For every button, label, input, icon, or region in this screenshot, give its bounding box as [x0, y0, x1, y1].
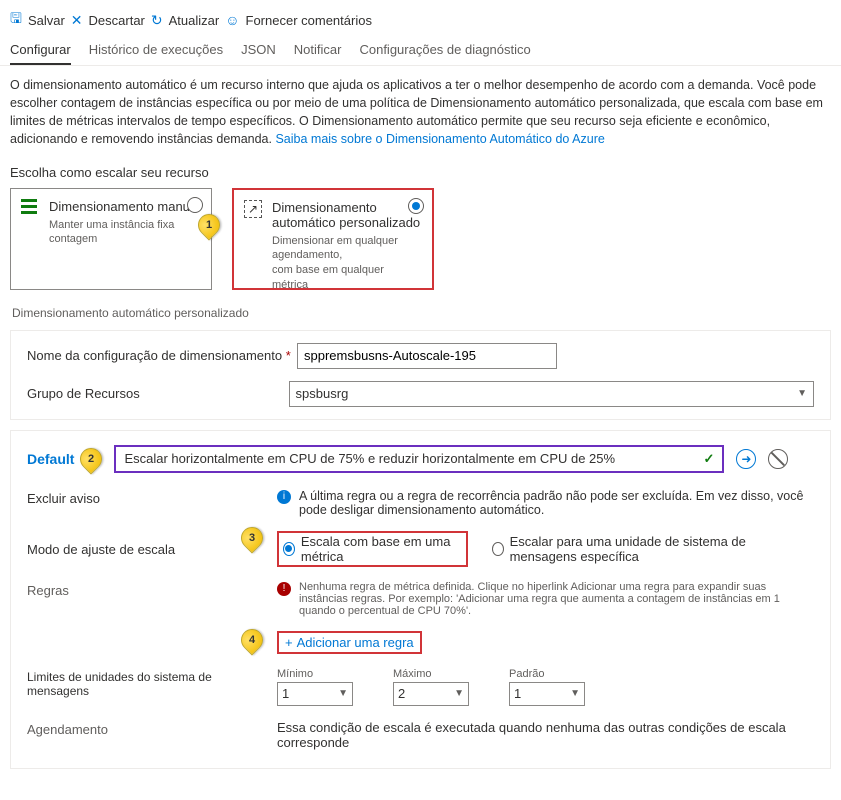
- auto-desc2: com base em qualquer métrica: [272, 263, 422, 293]
- delete-warning: i A última regra ou a regra de recorrênc…: [277, 489, 814, 517]
- discard-button[interactable]: ✕ Descartar: [71, 12, 145, 29]
- tab-diagnostics[interactable]: Configurações de diagnóstico: [359, 42, 530, 65]
- schedule-label: Agendamento: [27, 720, 277, 750]
- chevron-down-icon: ▼: [797, 388, 807, 399]
- tab-bar: Configurar Histórico de execuções JSON N…: [0, 38, 841, 66]
- min-label: Mínimo: [277, 668, 353, 680]
- resource-group-label: Grupo de Recursos: [27, 386, 289, 401]
- scale-mode-specific[interactable]: Escalar para uma unidade de sistema de m…: [492, 534, 814, 564]
- plus-icon: +: [285, 635, 293, 650]
- tab-json[interactable]: JSON: [241, 42, 276, 65]
- next-button[interactable]: ➜: [736, 449, 756, 469]
- scale-mode-label: Modo de ajuste de escala: [27, 540, 277, 557]
- autoscale-subheading: Dimensionamento automático personalizado: [0, 300, 841, 326]
- feedback-button[interactable]: ☺ Fornecer comentários: [225, 12, 372, 28]
- callout-2: 2: [76, 443, 107, 474]
- delete-warning-label: Excluir aviso: [27, 489, 277, 517]
- default-value: 1: [514, 686, 521, 701]
- choose-scale-label: Escolha como escalar seu recurso: [0, 155, 841, 188]
- resource-group-select[interactable]: spsbusrg ▼: [289, 381, 814, 407]
- auto-radio[interactable]: [408, 198, 424, 214]
- limits-label: Limites de unidades do sistema de mensag…: [27, 668, 277, 706]
- tab-configure[interactable]: Configurar: [10, 42, 71, 65]
- max-value: 2: [398, 686, 405, 701]
- scale-mode-specific-label: Escalar para uma unidade de sistema de m…: [510, 534, 814, 564]
- radio-on-icon: [283, 542, 295, 556]
- manual-radio[interactable]: [187, 197, 203, 213]
- rules-warning: ! Nenhuma regra de métrica definida. Cli…: [277, 581, 814, 617]
- max-label: Máximo: [393, 668, 469, 680]
- radio-off-icon: [492, 542, 504, 556]
- min-value: 1: [282, 686, 289, 701]
- refresh-label: Atualizar: [169, 13, 220, 28]
- setting-name-label: Nome da configuração de dimensionamento …: [27, 348, 297, 363]
- save-label: Salvar: [28, 13, 65, 28]
- discard-label: Descartar: [89, 13, 145, 28]
- manual-desc: Manter uma instância fixa contagem: [49, 218, 201, 248]
- add-rule-label: Adicionar uma regra: [297, 635, 414, 650]
- auto-desc1: Dimensionar em qualquer agendamento,: [272, 234, 422, 264]
- default-select[interactable]: 1 ▼: [509, 682, 585, 706]
- feedback-label: Fornecer comentários: [246, 13, 372, 28]
- autoscale-icon: ↗: [244, 200, 262, 278]
- check-icon: ✓: [704, 451, 715, 467]
- condition-header: Default 2 Escalar horizontalmente em CPU…: [27, 445, 814, 473]
- default-label: Padrão: [509, 668, 585, 680]
- info-icon: i: [277, 490, 291, 504]
- refresh-button[interactable]: ↻ Atualizar: [151, 12, 219, 29]
- learn-more-link[interactable]: Saiba mais sobre o Dimensionamento Autom…: [275, 132, 604, 146]
- refresh-icon: ↻: [151, 12, 163, 29]
- custom-autoscale-card[interactable]: ↗ Dimensionamento automático personaliza…: [232, 188, 434, 290]
- manual-scale-card[interactable]: Dimensionamento manual Manter uma instân…: [10, 188, 212, 290]
- launch-icon: ↗: [244, 200, 262, 218]
- add-rule-link[interactable]: + Adicionar uma regra: [277, 631, 422, 654]
- condition-name-input[interactable]: Escalar horizontalmente em CPU de 75% e …: [114, 445, 724, 473]
- resource-group-value: spsbusrg: [296, 386, 349, 401]
- manual-icon: [21, 199, 39, 279]
- chevron-down-icon: ▼: [338, 688, 348, 699]
- scale-options: Dimensionamento manual Manter uma instân…: [0, 188, 841, 300]
- autoscale-settings-panel: Nome da configuração de dimensionamento …: [10, 330, 831, 420]
- rules-warning-text: Nenhuma regra de métrica definida. Cliqu…: [299, 581, 814, 617]
- tab-history[interactable]: Histórico de execuções: [89, 42, 223, 65]
- max-select[interactable]: 2 ▼: [393, 682, 469, 706]
- save-button[interactable]: 🖫 Salvar: [10, 8, 65, 32]
- scale-mode-metric[interactable]: Escala com base em uma métrica: [277, 531, 468, 567]
- auto-title: Dimensionamento automático personalizado: [272, 200, 422, 230]
- feedback-icon: ☺: [225, 12, 239, 28]
- scale-mode-metric-label: Escala com base em uma métrica: [301, 534, 462, 564]
- command-bar: 🖫 Salvar ✕ Descartar ↻ Atualizar ☺ Forne…: [0, 0, 841, 38]
- rules-label: Regras: [27, 581, 277, 617]
- default-condition-panel: Default 2 Escalar horizontalmente em CPU…: [10, 430, 831, 769]
- schedule-text: Essa condição de escala é executada quan…: [277, 720, 814, 750]
- discard-icon: ✕: [71, 12, 83, 29]
- intro-text: O dimensionamento automático é um recurs…: [0, 66, 841, 155]
- disabled-button: [768, 449, 788, 469]
- save-icon: 🖫: [10, 8, 22, 32]
- tab-notify[interactable]: Notificar: [294, 42, 342, 65]
- default-link[interactable]: Default: [27, 451, 74, 467]
- chevron-down-icon: ▼: [454, 688, 464, 699]
- setting-name-input[interactable]: [297, 343, 557, 369]
- delete-warning-text: A última regra ou a regra de recorrência…: [299, 489, 814, 517]
- chevron-down-icon: ▼: [570, 688, 580, 699]
- hamburger-icon: [21, 199, 39, 214]
- condition-name-value: Escalar horizontalmente em CPU de 75% e …: [124, 451, 615, 466]
- manual-title: Dimensionamento manual: [49, 199, 201, 214]
- min-select[interactable]: 1 ▼: [277, 682, 353, 706]
- error-icon: !: [277, 582, 291, 596]
